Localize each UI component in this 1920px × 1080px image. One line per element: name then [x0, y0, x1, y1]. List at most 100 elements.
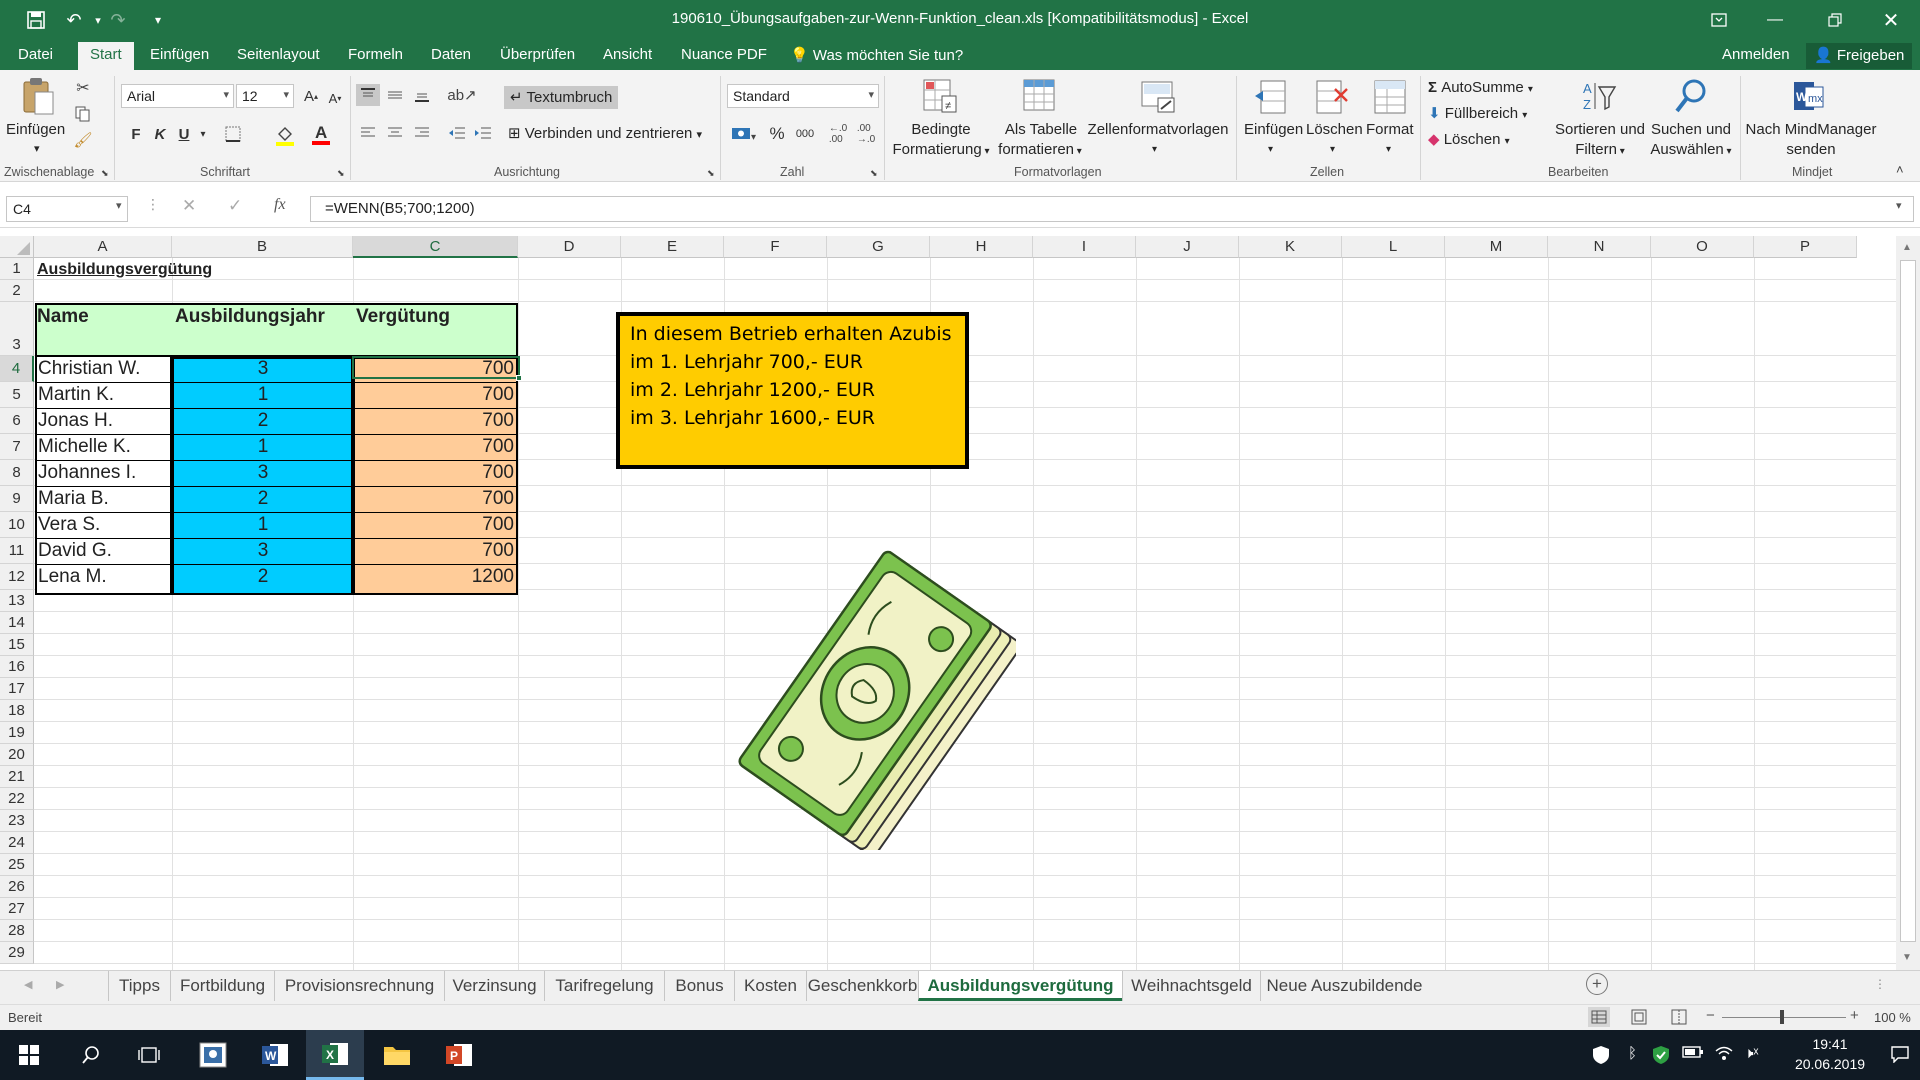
- row-header-11[interactable]: 11: [0, 538, 34, 564]
- confirm-formula-icon[interactable]: ✓: [228, 196, 242, 216]
- year-cell[interactable]: 2: [174, 410, 352, 432]
- conditional-formatting-label-2[interactable]: Formatierung ▾: [886, 140, 996, 161]
- align-middle-icon[interactable]: [383, 84, 407, 106]
- column-header-l[interactable]: L: [1342, 236, 1445, 258]
- sheet-tab-verzinsung[interactable]: Verzinsung: [444, 971, 544, 1001]
- row-header-5[interactable]: 5: [0, 382, 34, 408]
- sheet-tab-tarifregelung[interactable]: Tarifregelung: [544, 971, 664, 1001]
- number-launcher-icon[interactable]: ⬊: [870, 168, 878, 179]
- increase-decimal-icon[interactable]: ←.0.00: [826, 122, 850, 146]
- year-cell[interactable]: 2: [174, 566, 352, 588]
- wrap-text-button[interactable]: ↵ Textumbruch: [504, 86, 619, 109]
- column-header-f[interactable]: F: [724, 236, 827, 258]
- row-header-1[interactable]: 1: [0, 258, 34, 280]
- name-cell[interactable]: Johannes I.: [38, 462, 170, 484]
- row-header-23[interactable]: 23: [0, 810, 34, 832]
- align-bottom-icon[interactable]: [410, 84, 434, 106]
- search-icon[interactable]: [62, 1030, 120, 1080]
- insert-function-button[interactable]: fx: [274, 196, 286, 214]
- word-icon[interactable]: W: [246, 1030, 304, 1080]
- defender-check-icon[interactable]: [1652, 1045, 1670, 1069]
- scroll-up-icon[interactable]: ▲: [1902, 242, 1912, 253]
- header-name-cell[interactable]: Name: [37, 306, 89, 328]
- row-header-17[interactable]: 17: [0, 678, 34, 700]
- zoom-out-icon[interactable]: −: [1706, 1007, 1715, 1024]
- insert-cells-label[interactable]: Einfügen: [1244, 120, 1303, 139]
- name-cell[interactable]: Michelle K.: [38, 436, 170, 458]
- info-textbox[interactable]: In diesem Betrieb erhalten Azubis im 1. …: [616, 312, 969, 469]
- pay-cell[interactable]: 700: [356, 410, 514, 432]
- name-cell[interactable]: Maria B.: [38, 488, 170, 510]
- page-layout-view-icon[interactable]: [1628, 1007, 1650, 1027]
- row-header-7[interactable]: 7: [0, 434, 34, 460]
- copy-icon[interactable]: [72, 104, 94, 124]
- format-cells-dropdown-icon[interactable]: ▾: [1386, 140, 1391, 159]
- name-cell[interactable]: David G.: [38, 540, 170, 562]
- align-center-icon[interactable]: [383, 122, 407, 144]
- paste-icon[interactable]: [20, 76, 56, 116]
- row-header-20[interactable]: 20: [0, 744, 34, 766]
- tab-ueberpruefen[interactable]: Überprüfen: [500, 46, 575, 63]
- row-header-3[interactable]: 3: [0, 302, 34, 356]
- signin-link[interactable]: Anmelden: [1722, 46, 1790, 63]
- row-header-13[interactable]: 13: [0, 590, 34, 612]
- column-header-h[interactable]: H: [930, 236, 1033, 258]
- paste-dropdown-icon[interactable]: ▾: [34, 140, 40, 159]
- accounting-format-icon[interactable]: ▾: [728, 122, 760, 146]
- cell-styles-icon[interactable]: [1138, 76, 1178, 116]
- sheet-tab-kosten[interactable]: Kosten: [734, 971, 806, 1001]
- sheet-tab-bonus[interactable]: Bonus: [664, 971, 734, 1001]
- row-header-22[interactable]: 22: [0, 788, 34, 810]
- notification-icon[interactable]: [1890, 1045, 1910, 1067]
- row-header-26[interactable]: 26: [0, 876, 34, 898]
- minimize-icon[interactable]: —: [1746, 0, 1804, 40]
- row-header-19[interactable]: 19: [0, 722, 34, 744]
- sheet-tab-fortbildung[interactable]: Fortbildung: [170, 971, 274, 1001]
- row-header-12[interactable]: 12: [0, 564, 34, 590]
- paste-button-label[interactable]: Einfügen: [6, 120, 65, 139]
- column-header-g[interactable]: G: [827, 236, 930, 258]
- align-left-icon[interactable]: [356, 122, 380, 144]
- share-button[interactable]: 👤 Freigeben: [1806, 43, 1913, 69]
- sort-filter-label-1[interactable]: Sortieren und: [1554, 120, 1646, 139]
- sheet-tab-geschenkkorb[interactable]: Geschenkkorb: [806, 971, 918, 1001]
- wifi-icon[interactable]: [1714, 1045, 1734, 1065]
- find-select-label-2[interactable]: Auswählen ▾: [1644, 140, 1738, 161]
- cancel-formula-icon[interactable]: ✕: [182, 196, 196, 216]
- italic-button[interactable]: K: [150, 122, 170, 146]
- sheet-tab-weihnachtsgeld[interactable]: Weihnachtsgeld: [1122, 971, 1260, 1001]
- insert-cells-icon[interactable]: [1252, 78, 1288, 116]
- alignment-launcher-icon[interactable]: ⬊: [707, 168, 715, 179]
- row-header-16[interactable]: 16: [0, 656, 34, 678]
- ribbon-display-options-icon[interactable]: [1690, 0, 1748, 40]
- sort-filter-icon[interactable]: AZ: [1580, 78, 1618, 116]
- active-cell-selection[interactable]: [352, 356, 520, 379]
- scroll-thumb[interactable]: [1900, 260, 1916, 942]
- name-cell[interactable]: Lena M.: [38, 566, 170, 588]
- format-painter-icon[interactable]: 🖌: [72, 130, 94, 150]
- pay-cell[interactable]: 700: [356, 488, 514, 510]
- row-header-8[interactable]: 8: [0, 460, 34, 486]
- cell-styles-label[interactable]: Zellenformatvorlagen: [1086, 120, 1230, 139]
- zoom-level[interactable]: 100 %: [1874, 1010, 1911, 1025]
- money-stack-clipart[interactable]: [716, 534, 1022, 857]
- restore-icon[interactable]: [1806, 0, 1864, 40]
- sort-filter-label-2[interactable]: Filtern ▾: [1560, 140, 1640, 161]
- column-header-b[interactable]: B: [172, 236, 353, 258]
- row-header-10[interactable]: 10: [0, 512, 34, 538]
- align-top-icon[interactable]: [356, 84, 380, 106]
- tab-seitenlayout[interactable]: Seitenlayout: [237, 46, 320, 63]
- row-header-9[interactable]: 9: [0, 486, 34, 512]
- clear-button[interactable]: ◆ Löschen ▾: [1428, 130, 1510, 151]
- number-format-combo[interactable]: Standard: [727, 84, 879, 108]
- column-header-p[interactable]: P: [1754, 236, 1857, 258]
- tab-ansicht[interactable]: Ansicht: [603, 46, 652, 63]
- pay-cell[interactable]: 700: [356, 540, 514, 562]
- row-header-25[interactable]: 25: [0, 854, 34, 876]
- delete-cells-dropdown-icon[interactable]: ▾: [1330, 140, 1335, 159]
- clipboard-launcher-icon[interactable]: ⬊: [101, 168, 109, 179]
- row-header-28[interactable]: 28: [0, 920, 34, 942]
- page-break-view-icon[interactable]: [1668, 1007, 1690, 1027]
- format-as-table-icon[interactable]: [1020, 76, 1060, 116]
- battery-icon[interactable]: [1682, 1045, 1704, 1063]
